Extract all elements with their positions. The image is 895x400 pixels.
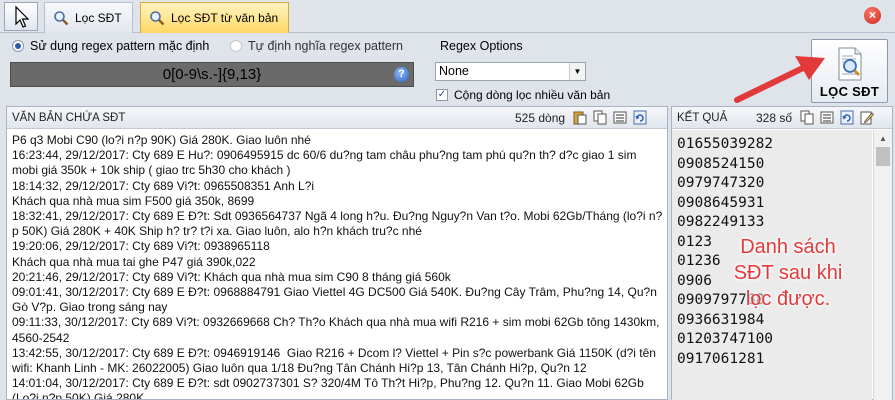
radio-label: Sử dụng regex pattern mặc định (30, 39, 210, 53)
multiline-checkbox[interactable]: ✓ (436, 89, 448, 101)
paste-icon[interactable] (573, 110, 587, 125)
source-textarea[interactable]: P6 q3 Mobi C90 (lo?i n?p 90K) Giá 280K. … (7, 129, 667, 399)
tab-label: Lọc SĐT (75, 11, 122, 25)
refresh-icon[interactable] (633, 110, 647, 125)
line-count: 525 dòng (515, 110, 566, 125)
regex-options-label: Regex Options (440, 39, 523, 53)
list-item: 0908645931 (677, 194, 765, 211)
select-value: None (439, 64, 469, 78)
list-item: 0979747320 (677, 175, 765, 191)
result-panel-header: KẾT QUẢ 328 số (672, 107, 892, 129)
result-count: 328 số (756, 110, 793, 125)
tab-label: Lọc SĐT từ văn bản (171, 11, 279, 25)
annotation-arrow-icon (734, 56, 825, 103)
regex-options-select[interactable]: None ▼ (435, 62, 586, 81)
tab-loc-sdt[interactable]: Lọc SĐT (44, 2, 133, 33)
close-icon[interactable]: × (864, 7, 881, 24)
multiline-checkbox-row[interactable]: ✓ Cộng dòng lọc nhiều văn bản (436, 88, 610, 102)
regex-pattern-field[interactable]: 0[0-9\s.-]{9,13} ? (10, 62, 414, 87)
radio-selected[interactable] (12, 40, 24, 52)
radio-unselected[interactable] (230, 40, 242, 52)
radio-custom-pattern[interactable]: Tự định nghĩa regex pattern (230, 39, 403, 53)
select-all-icon[interactable] (820, 110, 834, 125)
list-item: 0936631984 (677, 311, 765, 328)
pointer-button[interactable] (4, 2, 38, 31)
source-panel-title: VĂN BẢN CHỨA SĐT (12, 111, 126, 124)
radio-label: Tự định nghĩa regex pattern (248, 39, 403, 53)
copy-icon[interactable] (593, 110, 607, 125)
tab-bar: Lọc SĐT Lọc SĐT từ văn bản × (0, 0, 895, 33)
source-panel-header: VĂN BẢN CHỨA SĐT 525 dòng (7, 107, 667, 129)
checkbox-label: Cộng dòng lọc nhiều văn bản (454, 88, 611, 102)
chevron-down-icon[interactable]: ▼ (569, 63, 585, 80)
annotation-line: lọc được. (745, 288, 831, 310)
annotation-line: Danh sách (740, 236, 836, 258)
tab-loc-sdt-tu-van-ban[interactable]: Lọc SĐT từ văn bản (140, 2, 290, 33)
annotation-callout: Danh sách SĐT sau khi lọc được. (703, 234, 873, 312)
magnifier-icon (53, 10, 69, 26)
help-icon[interactable]: ? (394, 67, 409, 82)
select-all-icon[interactable] (613, 110, 627, 125)
source-text-panel: VĂN BẢN CHỨA SĐT 525 dòng P6 q3 Mobi C90… (6, 106, 668, 400)
mouse-pointer-icon (15, 5, 30, 28)
scroll-thumb[interactable] (876, 147, 890, 166)
magnifier-icon (149, 10, 165, 26)
list-item: 0917061281 (677, 350, 765, 367)
list-item: 0982249133 (677, 214, 765, 230)
scroll-up-icon[interactable]: ▲ (874, 130, 892, 147)
refresh-icon[interactable] (840, 110, 854, 125)
list-item: 01203747100 (677, 331, 774, 347)
result-panel-title: KẾT QUẢ (677, 111, 728, 124)
result-scrollbar[interactable]: ▲ (873, 130, 892, 400)
regex-pattern-value: 0[0-9\s.-]{9,13} (162, 66, 262, 83)
list-item: 0908524150 (677, 155, 765, 172)
list-item: 01655039282 (677, 136, 774, 152)
document-search-icon (836, 47, 864, 81)
copy-icon[interactable] (800, 110, 814, 125)
annotation-line: SĐT sau khi (733, 262, 843, 284)
radio-default-pattern[interactable]: Sử dụng regex pattern mặc định (12, 39, 209, 53)
edit-icon[interactable] (860, 110, 875, 125)
